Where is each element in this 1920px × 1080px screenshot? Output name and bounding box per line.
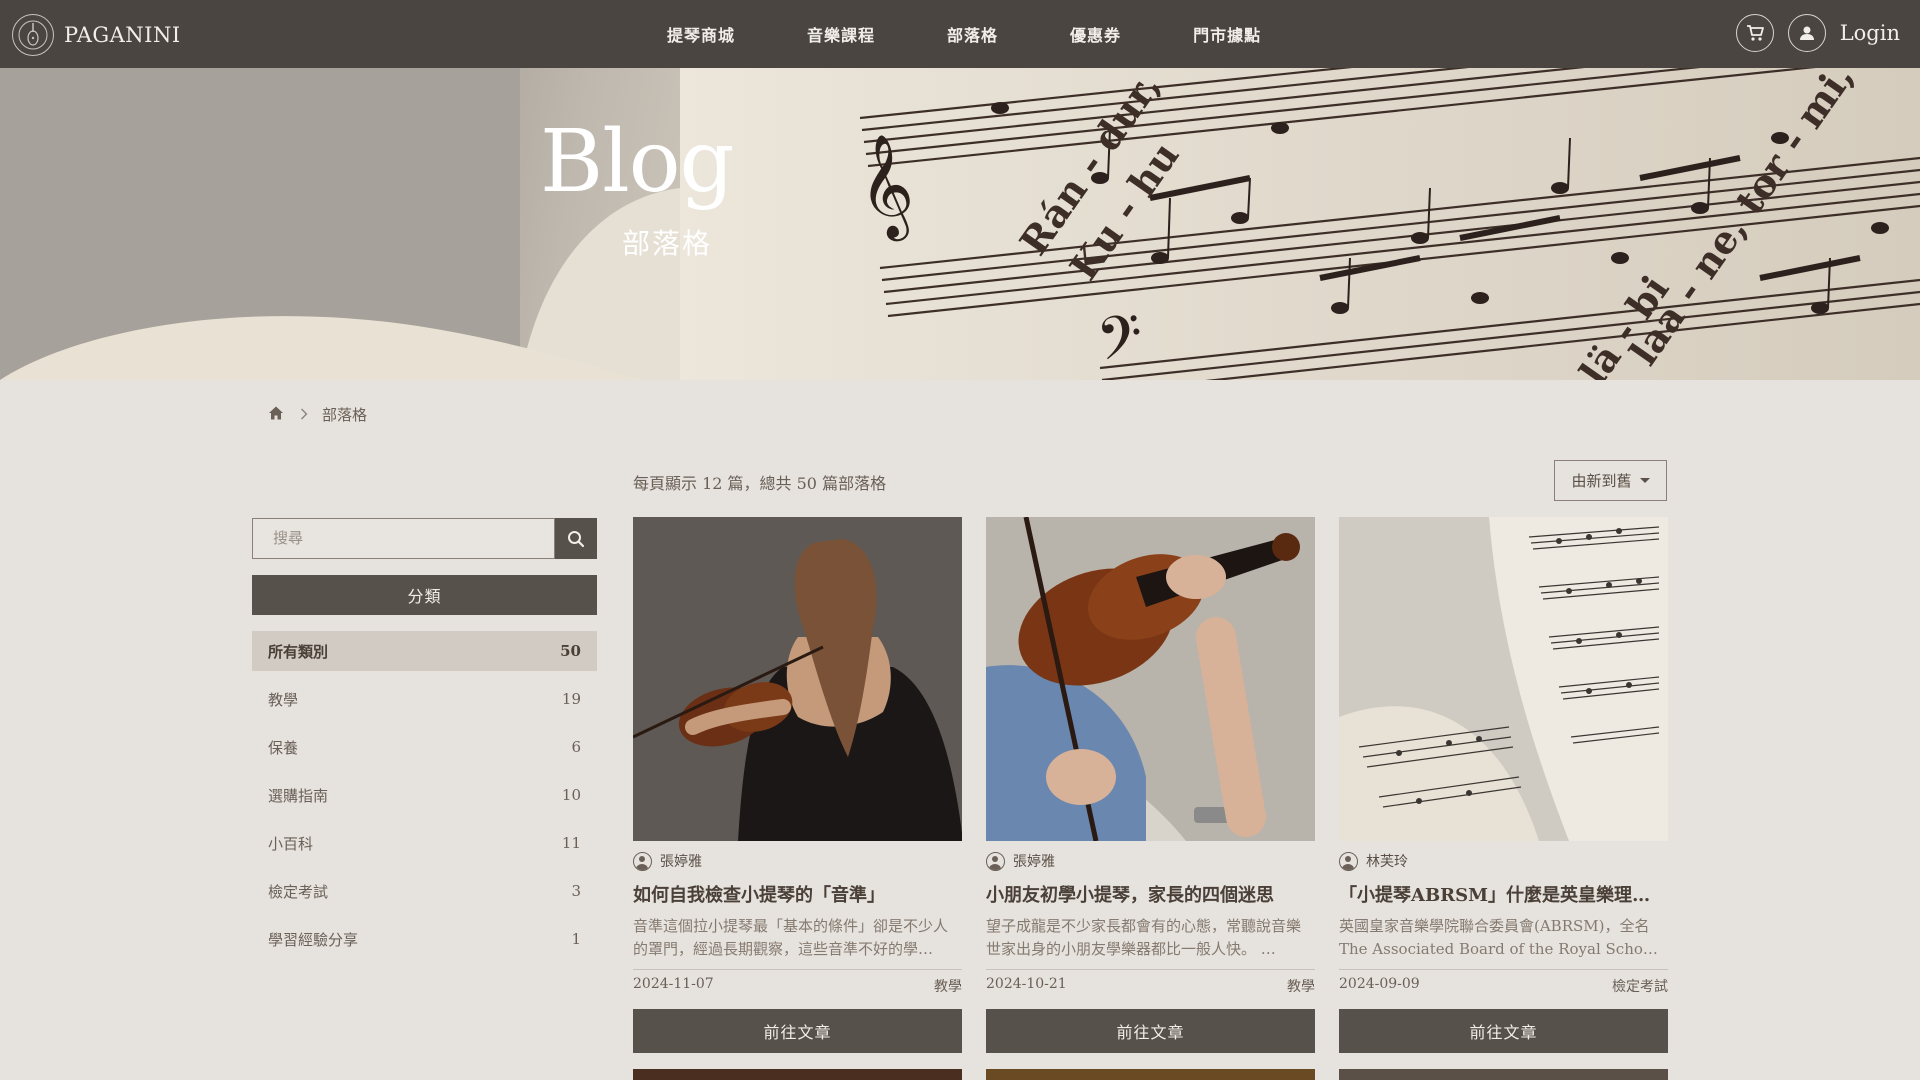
post-title[interactable]: 如何自我檢查小提琴的「音準」 [633,881,962,907]
top-navigation-bar: PAGANINI 提琴商城 音樂課程 部落格 優惠券 門市據點 Login [0,0,1920,68]
chevron-right-icon [300,406,308,424]
category-item-maintenance[interactable]: 保養 6 [252,727,597,767]
post-image-peek[interactable] [1339,1069,1668,1080]
read-article-button[interactable]: 前往文章 [1339,1009,1668,1053]
post-excerpt: 英國皇家音樂學院聯合委員會(ABRSM)，全名The Associated Bo… [1339,917,1658,958]
post-category[interactable]: 檢定考試 [1612,976,1668,996]
login-link[interactable]: Login [1840,21,1900,45]
author-name: 張婷雅 [1013,854,1055,870]
search-icon [568,530,585,547]
brand-name: PAGANINI [64,23,181,47]
author-name: 林芙玲 [1366,854,1408,870]
post-excerpt: 音準這個拉小提琴最「基本的條件」卻是不少人的罩門，經過長期觀察，這些音準不好的學… [633,917,949,958]
category-label: 小百科 [268,834,314,853]
category-header: 分類 [252,575,597,615]
category-label: 學習經驗分享 [268,930,359,949]
search-input[interactable] [252,518,555,559]
cart-button[interactable] [1735,14,1774,52]
cart-icon [1746,25,1764,41]
post-meta: 2024-10-21 教學 [986,969,1315,996]
post-image-sheet-music[interactable] [1339,517,1668,841]
post-meta: 2024-09-09 檢定考試 [1339,969,1668,996]
post-category[interactable]: 教學 [1287,976,1315,996]
sort-dropdown[interactable]: 由新到舊 [1554,460,1667,501]
brand[interactable]: PAGANINI [12,14,181,56]
category-label: 檢定考試 [268,882,329,901]
blog-card: 林芙玲 「小提琴ABRSM」什麼是英皇樂理考… 英國皇家音樂學院聯合委員會(AB… [1339,517,1668,1053]
hero-banner: 𝄞 𝄢 Rán - dur, Ku - hu laa - ne, tor - m… [0,68,1920,380]
menu-item-stores[interactable]: 門市據點 [1193,22,1261,46]
post-author: 張婷雅 [633,851,962,871]
hero-subtitle: 部落格 [622,227,713,260]
post-title[interactable]: 「小提琴ABRSM」什麼是英皇樂理考… [1339,881,1668,907]
search-box [252,518,597,559]
menu-item-blog[interactable]: 部落格 [947,22,998,46]
menu-item-courses[interactable]: 音樂課程 [807,22,875,46]
user-icon [1799,26,1814,40]
author-avatar-icon [1339,851,1358,871]
category-item-encyclopedia[interactable]: 小百科 11 [252,823,597,863]
post-title[interactable]: 小朋友初學小提琴，家長的四個迷思 [986,881,1315,907]
category-count: 1 [571,930,581,948]
home-icon[interactable] [268,405,284,425]
post-author: 林芙玲 [1339,851,1668,871]
category-item-teaching[interactable]: 教學 19 [252,679,597,719]
main-menu: 提琴商城 音樂課程 部落格 優惠券 門市據點 [667,0,1333,68]
post-date: 2024-11-07 [633,976,714,992]
search-button[interactable] [555,518,597,559]
post-author: 張婷雅 [986,851,1315,871]
post-image-peek[interactable] [633,1069,962,1080]
category-label: 教學 [268,690,299,709]
category-item-all[interactable]: 所有類別 50 [252,631,597,671]
blog-card: 張婷雅 如何自我檢查小提琴的「音準」 音準這個拉小提琴最「基本的條件」卻是不少人… [633,517,962,1053]
author-avatar-icon [986,851,1005,871]
results-summary: 每頁顯示 12 篇，總共 50 篇部落格 [633,474,887,493]
blog-card: 張婷雅 小朋友初學小提琴，家長的四個迷思 望子成龍是不少家長都會有的心態，常聽說… [986,517,1315,1053]
category-label: 所有類別 [268,642,329,661]
post-excerpt: 望子成龍是不少家長都會有的心態，常聽說音樂世家出身的小朋友學樂器都比一般人快。 … [986,917,1302,958]
category-count: 10 [561,786,581,804]
post-date: 2024-09-09 [1339,976,1420,992]
author-name: 張婷雅 [660,854,702,870]
nav-actions: Login [1722,14,1900,52]
category-count: 19 [561,690,581,708]
caret-down-icon [1639,478,1650,483]
author-avatar-icon [633,851,652,871]
post-category[interactable]: 教學 [934,976,962,996]
account-button[interactable] [1787,14,1826,52]
category-list: 所有類別 50 教學 19 保養 6 選購指南 10 小百科 11 檢定考試 3… [252,631,597,967]
category-item-learning-experience[interactable]: 學習經驗分享 1 [252,919,597,959]
menu-item-shop[interactable]: 提琴商城 [667,22,735,46]
hero-title: Blog [540,112,735,212]
category-count: 50 [560,642,581,660]
breadcrumb: 部落格 [268,404,367,425]
breadcrumb-current: 部落格 [322,406,368,424]
post-image-child-violin[interactable] [986,517,1315,841]
menu-item-coupons[interactable]: 優惠券 [1070,22,1121,46]
category-item-exams[interactable]: 檢定考試 3 [252,871,597,911]
category-label: 選購指南 [268,786,329,805]
category-count: 3 [571,882,581,900]
post-image-violinist[interactable] [633,517,962,841]
category-item-buying-guide[interactable]: 選購指南 10 [252,775,597,815]
paganini-logo-icon [12,14,54,56]
read-article-button[interactable]: 前往文章 [633,1009,962,1053]
sort-label: 由新到舊 [1571,472,1632,490]
post-image-peek[interactable] [986,1069,1315,1080]
category-count: 11 [561,834,581,852]
post-date: 2024-10-21 [986,976,1067,992]
category-label: 保養 [268,738,299,757]
sheet-music-image: 𝄞 𝄢 Rán - dur, Ku - hu laa - ne, tor - m… [0,68,1920,380]
category-count: 6 [571,738,581,756]
post-meta: 2024-11-07 教學 [633,969,962,996]
read-article-button[interactable]: 前往文章 [986,1009,1315,1053]
